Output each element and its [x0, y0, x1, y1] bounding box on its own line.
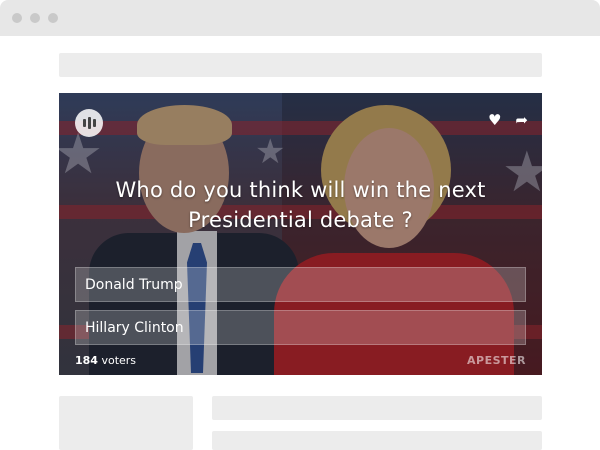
share-arrow-icon[interactable]: ➦ [515, 111, 528, 129]
poll-actions: ♥ ➦ [488, 111, 528, 129]
heart-icon[interactable]: ♥ [488, 111, 501, 129]
answer-option-trump[interactable]: Donald Trump [75, 267, 526, 302]
placeholder-block-top [59, 53, 542, 77]
placeholder-block-bottom-right-2 [212, 431, 542, 450]
window-close-dot[interactable] [12, 13, 22, 23]
window-maximize-dot[interactable] [48, 13, 58, 23]
window-minimize-dot[interactable] [30, 13, 40, 23]
apester-logo-icon[interactable] [75, 109, 103, 137]
placeholder-block-bottom-left [59, 396, 193, 450]
brand-label[interactable]: APESTER [467, 354, 526, 367]
voter-count-label: voters [101, 354, 137, 367]
voter-count: 184 voters [75, 354, 136, 367]
browser-titlebar [0, 0, 600, 36]
poll-widget: ★ ★ ★ ♥ ➦ Who do you think will win the … [59, 93, 542, 375]
voter-count-number: 184 [75, 354, 98, 367]
answer-option-clinton[interactable]: Hillary Clinton [75, 310, 526, 345]
placeholder-block-bottom-right-1 [212, 396, 542, 420]
poll-question: Who do you think will win the next Presi… [115, 178, 486, 232]
